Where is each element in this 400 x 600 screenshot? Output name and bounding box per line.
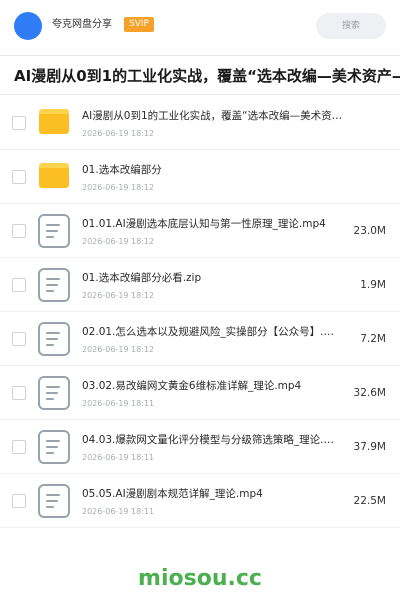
avatar[interactable] <box>14 12 42 40</box>
file-date: 2026-06-19 18:11 <box>82 399 155 408</box>
file-size: 32.6M <box>353 387 386 399</box>
file-row[interactable]: 05.05.AI漫剧剧本规范详解_理论.mp4 2026-06-19 18:11 2… <box>0 474 400 528</box>
file-date: 2026-06-19 18:11 <box>82 507 155 516</box>
folder-icon <box>39 109 69 134</box>
file-date: 2026-06-19 18:12 <box>82 183 155 192</box>
file-row[interactable]: AI漫剧从0到1的工业化实战，覆盖“选本改编—美术资产—视频生成” 2026-06… <box>0 96 400 150</box>
document-icon <box>38 430 70 464</box>
file-date: 2026-06-19 18:12 <box>82 237 155 246</box>
file-date: 2026-06-19 18:12 <box>82 345 155 354</box>
file-checkbox[interactable] <box>12 494 26 508</box>
file-row[interactable]: 01.01.AI漫剧选本底层认知与第一性原理_理论.mp4 2026-06-19 … <box>0 204 400 258</box>
file-name[interactable]: 03.02.易改编网文黄金6维标准详解_理论.mp4 <box>82 379 344 393</box>
file-list: AI漫剧从0到1的工业化实战，覆盖“选本改编—美术资产—视频生成” 2026-06… <box>0 96 400 528</box>
file-date: 2026-06-19 18:12 <box>82 291 155 300</box>
file-size: 7.2M <box>360 333 386 345</box>
file-name[interactable]: 01.01.AI漫剧选本底层认知与第一性原理_理论.mp4 <box>82 217 344 231</box>
file-row[interactable]: 04.03.爆款网文量化评分模型与分级筛选策略_理论.mp4 2026-06-19… <box>0 420 400 474</box>
folder-icon <box>39 163 69 188</box>
sharer-name[interactable]: 夸克网盘分享 <box>52 18 112 32</box>
file-name[interactable]: 05.05.AI漫剧剧本规范详解_理论.mp4 <box>82 487 344 501</box>
search-input[interactable]: 搜索 <box>316 13 386 39</box>
file-checkbox[interactable] <box>12 116 26 130</box>
share-header: 夸克网盘分享 SVIP 搜索 <box>0 0 400 50</box>
share-title: AI漫剧从0到1的工业化实战，覆盖“选本改编—美术资产—视频生成—后期合成” <box>14 67 400 85</box>
file-size: 1.9M <box>360 279 386 291</box>
file-checkbox[interactable] <box>12 440 26 454</box>
document-icon <box>38 484 70 518</box>
file-size: 22.5M <box>353 495 386 507</box>
file-row[interactable]: 03.02.易改编网文黄金6维标准详解_理论.mp4 2026-06-19 18:… <box>0 366 400 420</box>
watermark: miosou.cc <box>138 566 262 591</box>
file-name[interactable]: 01.选本改编部分 <box>82 163 344 177</box>
file-checkbox[interactable] <box>12 170 26 184</box>
file-date: 2026-06-19 18:12 <box>82 129 155 138</box>
file-row[interactable]: 02.01.怎么选本以及规避风险_实操部分【公众号】.mp4 2026-06-19… <box>0 312 400 366</box>
file-checkbox[interactable] <box>12 332 26 346</box>
file-name[interactable]: 04.03.爆款网文量化评分模型与分级筛选策略_理论.mp4 <box>82 433 344 447</box>
file-name[interactable]: 02.01.怎么选本以及规避风险_实操部分【公众号】.mp4 <box>82 325 344 339</box>
share-title-bar: AI漫剧从0到1的工业化实战，覆盖“选本改编—美术资产—视频生成—后期合成” <box>0 55 400 95</box>
file-row[interactable]: 01.选本改编部分 2026-06-19 18:12 <box>0 150 400 204</box>
file-row[interactable]: 01.选本改编部分必看.zip 2026-06-19 18:12 1.9M <box>0 258 400 312</box>
document-icon <box>38 322 70 356</box>
document-icon <box>38 268 70 302</box>
file-name[interactable]: AI漫剧从0到1的工业化实战，覆盖“选本改编—美术资产—视频生成” <box>82 109 344 123</box>
file-checkbox[interactable] <box>12 224 26 238</box>
file-checkbox[interactable] <box>12 386 26 400</box>
svip-badge: SVIP <box>124 17 154 32</box>
file-checkbox[interactable] <box>12 278 26 292</box>
document-icon <box>38 376 70 410</box>
file-size: 37.9M <box>353 441 386 453</box>
document-icon <box>38 214 70 248</box>
file-name[interactable]: 01.选本改编部分必看.zip <box>82 271 344 285</box>
file-size: 23.0M <box>353 225 386 237</box>
file-date: 2026-06-19 18:11 <box>82 453 155 462</box>
